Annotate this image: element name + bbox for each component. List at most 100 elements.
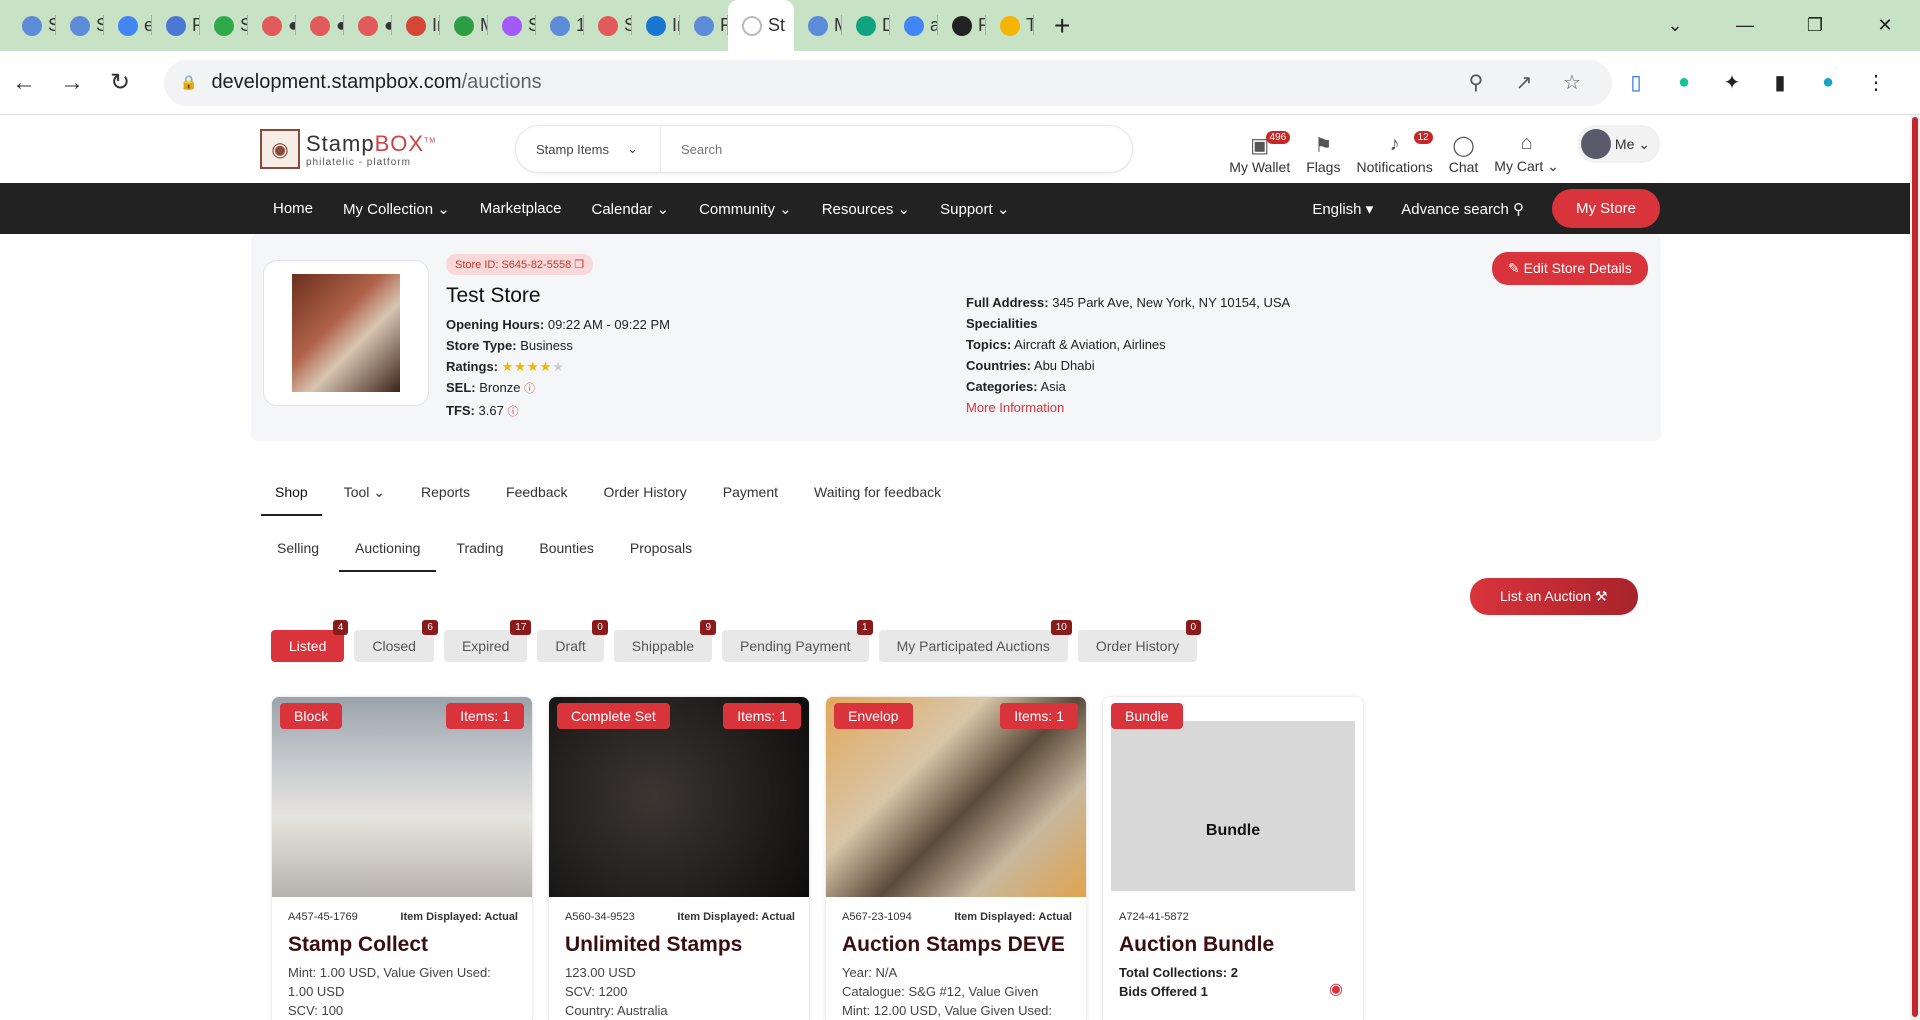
more-information-link[interactable]: More Information: [966, 397, 1290, 418]
auction-title: Unlimited Stamps: [565, 933, 743, 956]
header-flags[interactable]: ⚑ Flags: [1298, 133, 1348, 175]
browser-tab[interactable]: ●: [344, 0, 392, 51]
extensions-puzzle-icon[interactable]: ✦: [1708, 70, 1756, 95]
filter-order-history[interactable]: Order History 0: [1077, 620, 1202, 662]
nav-item-home[interactable]: Home: [258, 200, 328, 218]
header-icon-label: Notifications: [1356, 159, 1433, 175]
extension-grammarly-icon[interactable]: ●: [1660, 71, 1708, 94]
tab-favicon-icon: [646, 15, 666, 36]
header-chat[interactable]: ◯ Chat: [1441, 133, 1487, 175]
tab-trading[interactable]: Trading: [440, 526, 519, 572]
auction-card[interactable]: Envelop Items: 1 A567-23-1094 Item Displaye…: [825, 696, 1087, 1020]
tab-shop[interactable]: Shop: [261, 470, 322, 516]
bookmark-star-icon[interactable]: ☆: [1548, 70, 1596, 95]
filter-closed[interactable]: Closed 6: [354, 620, 438, 662]
copy-icon[interactable]: ❐: [574, 259, 584, 271]
browser-tab[interactable]: Pr: [152, 0, 200, 51]
nav-item-my-collection[interactable]: My Collection ⌄: [328, 200, 465, 218]
filter-expired[interactable]: Expired 17: [443, 620, 532, 662]
tab-payment[interactable]: Payment: [709, 470, 792, 516]
stampbox-logo[interactable]: ◉ StampBOXTM philatelic - platform: [260, 129, 436, 169]
browser-tab[interactable]: Fl: [938, 0, 986, 51]
auction-card-image[interactable]: Complete Set Items: 1: [549, 697, 809, 897]
browser-tab[interactable]: Te: [986, 0, 1034, 51]
auction-card[interactable]: Block Items: 1 A457-45-1769 Item Displayed:…: [271, 696, 533, 1020]
tab-selling[interactable]: Selling: [261, 526, 335, 572]
minimize-icon[interactable]: —: [1710, 15, 1780, 36]
nav-item-marketplace[interactable]: Marketplace: [465, 200, 577, 218]
side-panel-icon[interactable]: ▮: [1756, 70, 1804, 95]
user-menu[interactable]: Me ⌄: [1576, 125, 1660, 163]
auction-card-image[interactable]: Block Items: 1: [272, 697, 532, 897]
auction-card[interactable]: Complete Set Items: 1 A560-34-9523 Item Dis…: [548, 696, 810, 1020]
share-icon[interactable]: ↗: [1500, 70, 1548, 95]
profile-avatar[interactable]: ●: [1804, 71, 1852, 94]
language-select[interactable]: English ▾: [1312, 200, 1373, 218]
lock-icon[interactable]: 🔒: [180, 74, 197, 91]
auction-card[interactable]: Bundle Bundle A724-41-5872 Auction Bundle ◉ T…: [1102, 696, 1364, 1020]
extension-clipboard-icon[interactable]: ▯: [1612, 70, 1660, 95]
url-input[interactable]: 🔒 development.stampbox.com/auctions ⚲ ↗ …: [164, 59, 1612, 106]
browser-tab[interactable]: M: [440, 0, 488, 51]
browser-tab[interactable]: St✕: [728, 0, 794, 51]
auction-card-image[interactable]: Envelop Items: 1: [826, 697, 1086, 897]
store-id-badge[interactable]: Store ID: S645-82-5558 ❐: [446, 254, 594, 275]
list-an-auction-button[interactable]: List an Auction ⚒: [1470, 578, 1638, 615]
browser-tab[interactable]: St: [200, 0, 248, 51]
tab-auctioning[interactable]: Auctioning: [339, 526, 437, 572]
restore-icon[interactable]: ❐: [1780, 15, 1850, 36]
filter-draft[interactable]: Draft 0: [537, 620, 608, 662]
tab-reports[interactable]: Reports: [407, 470, 484, 516]
auction-card-image[interactable]: Bundle Bundle: [1103, 697, 1363, 897]
browser-tab[interactable]: ai: [890, 0, 938, 51]
nav-item-resources[interactable]: Resources ⌄: [807, 200, 925, 218]
back-icon[interactable]: ←: [0, 69, 48, 97]
browser-menu-icon[interactable]: ⋮: [1852, 70, 1900, 95]
nav-item-community[interactable]: Community ⌄: [684, 200, 807, 218]
header-notifications[interactable]: ♪ Notifications 12: [1348, 131, 1440, 175]
browser-tab[interactable]: ●: [296, 0, 344, 51]
browser-tab[interactable]: ●: [248, 0, 296, 51]
my-store-button[interactable]: My Store: [1551, 189, 1660, 228]
browser-tab[interactable]: Fl: [680, 0, 728, 51]
new-tab-icon[interactable]: +: [1054, 10, 1084, 42]
header-my-wallet[interactable]: ▣ My Wallet 496: [1221, 131, 1298, 175]
reload-icon[interactable]: ↻: [96, 68, 144, 97]
browser-tab[interactable]: er: [104, 0, 152, 51]
tab-proposals[interactable]: Proposals: [614, 526, 708, 572]
close-window-icon[interactable]: ✕: [1850, 15, 1920, 36]
browser-tab[interactable]: St: [56, 0, 104, 51]
tab-search-icon[interactable]: ⌄: [1640, 15, 1710, 36]
zoom-icon[interactable]: ⚲: [1452, 70, 1500, 95]
scrollbar-thumb[interactable]: [1912, 117, 1918, 1017]
filter-my-participated-auctions[interactable]: My Participated Auctions 10: [878, 620, 1072, 662]
header-my-cart[interactable]: ⌂ My Cart ⌄: [1486, 132, 1567, 175]
filter-shippable[interactable]: Shippable 9: [613, 620, 717, 662]
info-icon[interactable]: ⓘ: [524, 383, 535, 395]
tab-order-history[interactable]: Order History: [590, 470, 701, 516]
info-icon[interactable]: ⓘ: [507, 406, 518, 418]
browser-tab[interactable]: St: [488, 0, 536, 51]
search-input[interactable]: [661, 141, 1132, 157]
tab-tool[interactable]: Tool ⌄: [330, 470, 399, 516]
browser-tab[interactable]: In: [392, 0, 440, 51]
browser-tab[interactable]: In: [632, 0, 680, 51]
browser-tab[interactable]: M: [794, 0, 842, 51]
browser-tab[interactable]: St: [8, 0, 56, 51]
tab-feedback[interactable]: Feedback: [492, 470, 581, 516]
view-eye-icon[interactable]: ◉: [1329, 979, 1343, 999]
tab-bounties[interactable]: Bounties: [523, 526, 609, 572]
advance-search-link[interactable]: Advance search ⚲: [1401, 200, 1524, 218]
search-category-select[interactable]: Stamp Items ⌄: [516, 126, 661, 172]
tab-waiting-for-feedback[interactable]: Waiting for feedback: [800, 470, 955, 516]
nav-item-calendar[interactable]: Calendar ⌄: [576, 200, 684, 218]
browser-tab[interactable]: D: [842, 0, 890, 51]
edit-store-details-button[interactable]: ✎ Edit Store Details: [1492, 252, 1648, 285]
forward-icon[interactable]: →: [48, 69, 96, 97]
nav-item-support[interactable]: Support ⌄: [925, 200, 1024, 218]
browser-tab[interactable]: St: [584, 0, 632, 51]
filter-label: Shippable: [631, 638, 695, 654]
filter-listed[interactable]: Listed 4: [271, 620, 349, 662]
filter-pending-payment[interactable]: Pending Payment 1: [722, 620, 873, 662]
browser-tab[interactable]: 1: [536, 0, 584, 51]
